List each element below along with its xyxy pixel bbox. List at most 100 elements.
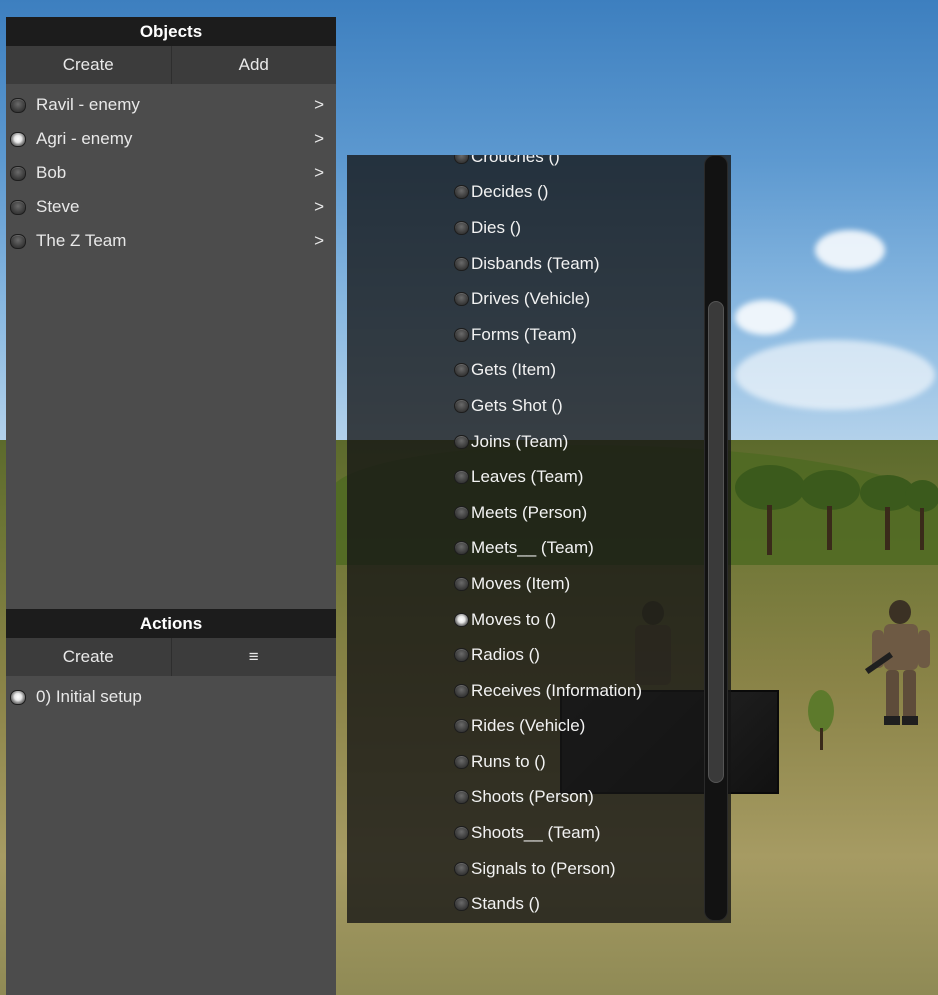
cloud	[815, 230, 885, 270]
radio-icon[interactable]	[454, 612, 469, 627]
event-option-label: Shoots (Person)	[471, 787, 594, 807]
event-option-label: Drives (Vehicle)	[471, 289, 591, 309]
actions-header: Actions	[6, 609, 336, 638]
radio-icon[interactable]	[454, 155, 469, 164]
radio-icon[interactable]	[454, 185, 469, 200]
radio-icon[interactable]	[10, 233, 26, 249]
radio-icon[interactable]	[454, 826, 469, 841]
event-option[interactable]: Meets (Person)	[347, 495, 707, 531]
radio-icon[interactable]	[454, 861, 469, 876]
radio-icon[interactable]	[454, 470, 469, 485]
scrollbar-thumb[interactable]	[708, 301, 724, 783]
event-list-scrollbar[interactable]	[704, 155, 728, 921]
create-action-button[interactable]: Create	[6, 638, 172, 676]
radio-icon[interactable]	[454, 398, 469, 413]
object-item-steve[interactable]: Steve >	[6, 190, 336, 224]
event-option[interactable]: Rides (Vehicle)	[347, 709, 707, 745]
event-option[interactable]: Decides ()	[347, 175, 707, 211]
object-label: The Z Team	[36, 231, 127, 250]
radio-icon[interactable]	[10, 97, 26, 113]
event-option-label: Radios ()	[471, 645, 540, 665]
event-option[interactable]: Stands ()	[347, 886, 707, 922]
event-option-label: Rides (Vehicle)	[471, 716, 586, 736]
radio-icon[interactable]	[454, 434, 469, 449]
chevron-right-icon[interactable]: >	[308, 197, 324, 217]
radio-icon[interactable]	[10, 199, 26, 215]
radio-icon[interactable]	[454, 541, 469, 556]
event-option[interactable]: Shoots__ (Team)	[347, 815, 707, 851]
event-option-label: Moves (Item)	[471, 573, 571, 593]
event-list: Crouches () Decides () Dies () Disbands (Te…	[347, 155, 707, 923]
event-option-label: Meets (Person)	[471, 502, 588, 522]
event-option[interactable]: Gets Shot ()	[347, 388, 707, 424]
event-option[interactable]: Surrenders to (Person)	[347, 922, 707, 923]
cloud	[735, 300, 795, 335]
event-option[interactable]: Receives (Information)	[347, 673, 707, 709]
object-label: Agri - enemy	[36, 129, 133, 148]
radio-icon[interactable]	[454, 292, 469, 307]
radio-icon[interactable]	[454, 897, 469, 912]
event-option-label: Gets (Item)	[471, 360, 557, 380]
event-option-label: Forms (Team)	[471, 324, 577, 344]
tree	[905, 480, 938, 550]
object-label: Bob	[36, 163, 67, 182]
radio-icon[interactable]	[454, 648, 469, 663]
event-option[interactable]: Runs to ()	[347, 744, 707, 780]
event-option[interactable]: Dies ()	[347, 210, 707, 246]
object-label: Steve	[36, 197, 80, 216]
radio-icon[interactable]	[454, 256, 469, 271]
add-object-button[interactable]: Add	[172, 46, 337, 84]
event-option[interactable]: Joins (Team)	[347, 424, 707, 460]
chevron-right-icon[interactable]: >	[308, 163, 324, 183]
radio-icon[interactable]	[10, 689, 26, 705]
event-option[interactable]: Moves (Item)	[347, 566, 707, 602]
actions-list: 0) Initial setup	[6, 676, 336, 714]
soldier-figure[interactable]	[862, 590, 938, 730]
objects-toolbar: Create Add	[6, 46, 336, 84]
object-item-agri[interactable]: Agri - enemy >	[6, 122, 336, 156]
radio-icon[interactable]	[454, 220, 469, 235]
radio-icon[interactable]	[454, 683, 469, 698]
event-option[interactable]: Signals to (Person)	[347, 851, 707, 887]
event-option[interactable]: Gets (Item)	[347, 353, 707, 389]
event-option-label: Leaves (Team)	[471, 467, 584, 487]
event-option[interactable]: Radios ()	[347, 637, 707, 673]
create-object-button[interactable]: Create	[6, 46, 172, 84]
radio-icon[interactable]	[10, 131, 26, 147]
radio-icon[interactable]	[454, 327, 469, 342]
chevron-right-icon[interactable]: >	[308, 231, 324, 251]
radio-icon[interactable]	[454, 576, 469, 591]
event-option[interactable]: Disbands (Team)	[347, 246, 707, 282]
event-option[interactable]: Drives (Vehicle)	[347, 281, 707, 317]
radio-icon[interactable]	[10, 165, 26, 181]
event-option[interactable]: Forms (Team)	[347, 317, 707, 353]
radio-icon[interactable]	[454, 754, 469, 769]
event-option[interactable]: Moves to ()	[347, 602, 707, 638]
action-item-initial-setup[interactable]: 0) Initial setup	[6, 680, 336, 714]
tree	[735, 465, 805, 555]
chevron-right-icon[interactable]: >	[308, 129, 324, 149]
radio-icon[interactable]	[454, 790, 469, 805]
event-option-label: Disbands (Team)	[471, 253, 600, 273]
object-item-ravil[interactable]: Ravil - enemy >	[6, 88, 336, 122]
object-item-bob[interactable]: Bob >	[6, 156, 336, 190]
objects-section: Objects Create Add Ravil - enemy > Agri …	[6, 17, 336, 258]
event-option[interactable]: Crouches ()	[347, 155, 707, 175]
radio-icon[interactable]	[454, 505, 469, 520]
event-dropdown: Crouches () Decides () Dies () Disbands (Te…	[347, 155, 731, 923]
actions-menu-button[interactable]: ≡	[172, 638, 337, 676]
radio-icon[interactable]	[454, 719, 469, 734]
event-option-label: Crouches ()	[471, 155, 560, 166]
event-option-label: Runs to ()	[471, 751, 546, 771]
event-option[interactable]: Leaves (Team)	[347, 459, 707, 495]
event-option[interactable]: Shoots (Person)	[347, 780, 707, 816]
radio-icon[interactable]	[454, 363, 469, 378]
object-label: Ravil - enemy	[36, 95, 140, 114]
event-option[interactable]: Meets__ (Team)	[347, 531, 707, 567]
object-item-z-team[interactable]: The Z Team >	[6, 224, 336, 258]
event-option-label: Signals to (Person)	[471, 858, 616, 878]
objects-header: Objects	[6, 17, 336, 46]
chevron-right-icon[interactable]: >	[308, 95, 324, 115]
action-label: 0) Initial setup	[36, 687, 142, 706]
cloud	[735, 340, 935, 410]
